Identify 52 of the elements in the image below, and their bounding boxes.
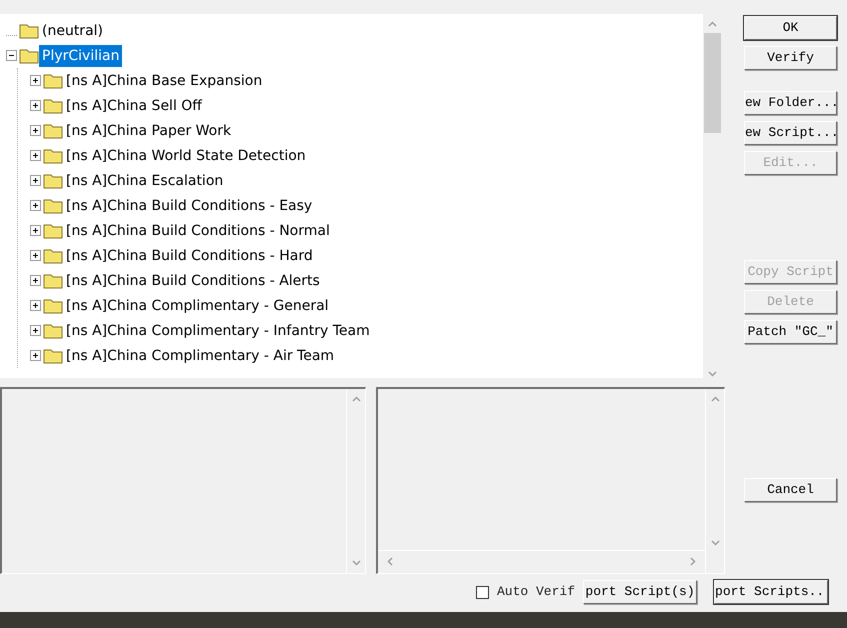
folder-icon [43,97,63,114]
tree-item[interactable]: [ns A]China Complimentary - Infantry Team [63,320,373,342]
folder-icon [43,222,63,239]
expander-icon[interactable] [30,250,41,261]
expander-icon[interactable] [30,75,41,86]
dialog-button[interactable]: port Scripts... [714,580,828,604]
expander-icon[interactable] [30,125,41,136]
dialog-button[interactable]: port Script(s) [583,580,698,604]
folder-icon [43,297,63,314]
tree-item[interactable]: [ns A]China Build Conditions - Normal [63,220,333,242]
tree-item[interactable]: [ns A]China Sell Off [63,94,205,116]
folder-icon [43,322,63,339]
folder-icon [19,47,39,64]
tree-item[interactable]: [ns A]China Build Conditions - Hard [63,244,316,266]
expander-icon[interactable] [6,50,17,61]
tree-item[interactable]: (neutral) [39,20,106,42]
tree-item[interactable]: [ns A]China World State Detection [63,144,309,166]
folder-icon [43,347,63,364]
tree-item[interactable]: [ns A]China Build Conditions - Easy [63,194,316,216]
expander-icon[interactable] [30,225,41,236]
folder-icon [43,247,63,264]
expander-icon[interactable] [30,300,41,311]
checkbox-label: Auto Verif [497,583,576,602]
folder-icon [43,197,63,214]
dialog-button[interactable]: Patch "GC_" [744,320,837,344]
expander-icon[interactable] [30,150,41,161]
scroll-thumb[interactable] [704,33,721,133]
tree-item[interactable]: PlyrCivilian [39,44,122,66]
checkbox[interactable] [476,586,489,598]
folder-icon [43,122,63,139]
tree-item[interactable]: [ns A]China Base Expansion [63,70,266,92]
tree-item[interactable]: [ns A]China Escalation [63,170,226,192]
expander-icon[interactable] [30,275,41,286]
dialog-button[interactable]: OK [744,16,837,40]
folder-icon [43,72,63,89]
folder-icon [43,172,63,189]
expander-icon[interactable] [30,200,41,211]
dialog-button[interactable]: Verify [744,46,837,70]
expander-icon[interactable] [30,350,41,361]
tree-item[interactable]: [ns A]China Build Conditions - Alerts [63,270,323,292]
tree-item[interactable]: [ns A]China Paper Work [63,120,234,142]
tree-item[interactable]: [ns A]China Complimentary - General [63,294,332,316]
dialog-button[interactable]: ew Folder... [744,91,837,115]
expander-icon[interactable] [30,100,41,111]
folder-icon [43,272,63,289]
folder-icon [19,22,39,39]
tree-item[interactable]: [ns A]China Complimentary - Air Team [63,344,338,366]
expander-icon[interactable] [30,175,41,186]
dialog-button[interactable]: ew Script... [744,121,837,145]
dialog-button[interactable]: Cancel [744,478,837,502]
expander-icon[interactable] [30,325,41,336]
folder-icon [43,147,63,164]
